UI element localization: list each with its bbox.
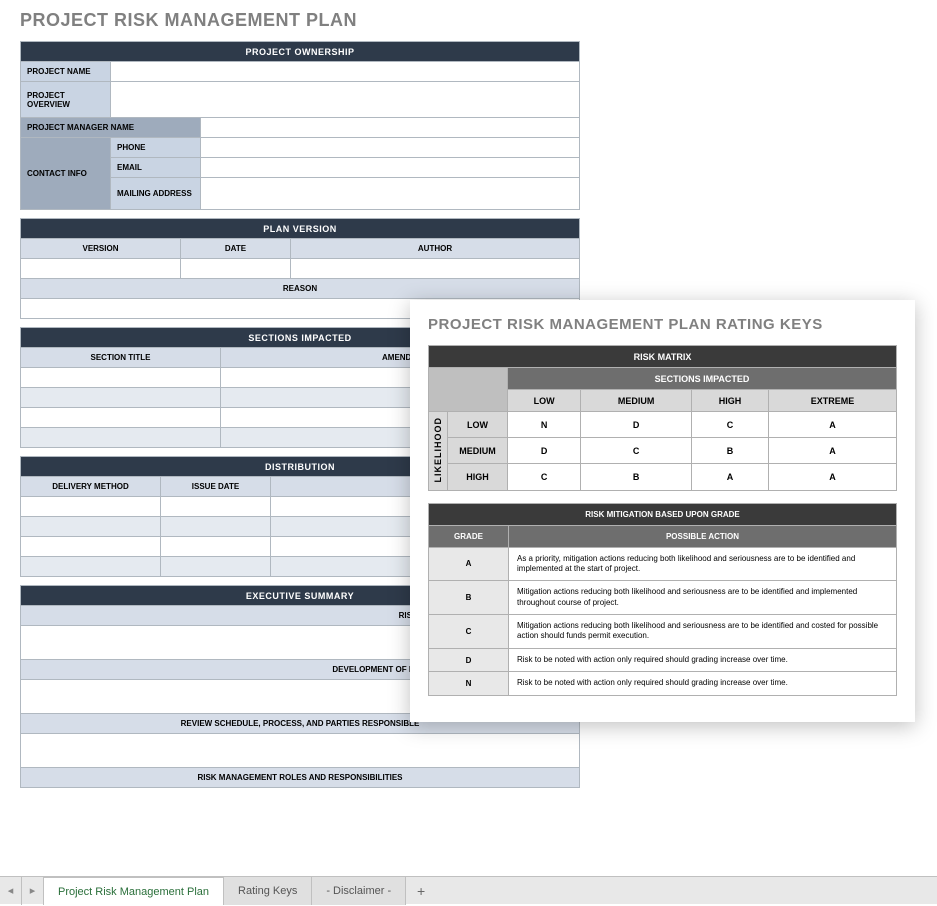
matrix-val: A (768, 464, 896, 490)
matrix-val: D (508, 438, 581, 464)
plan-version-header: PLAN VERSION (21, 219, 580, 239)
phone-label: PHONE (111, 138, 201, 158)
table-cell[interactable] (21, 517, 161, 537)
table-cell[interactable] (21, 497, 161, 517)
action-b: Mitigation actions reducing both likelih… (509, 581, 897, 615)
table-cell[interactable] (161, 537, 271, 557)
table-cell[interactable] (161, 497, 271, 517)
date-col: DATE (181, 239, 291, 259)
matrix-val: D (581, 412, 692, 438)
project-overview-cell[interactable] (111, 82, 580, 118)
author-col: AUTHOR (291, 239, 580, 259)
mailing-cell[interactable] (201, 178, 580, 210)
phone-cell[interactable] (201, 138, 580, 158)
matrix-row-high: HIGH (448, 464, 508, 490)
scroll-left-button[interactable]: ◂ (0, 877, 22, 905)
version-col: VERSION (21, 239, 181, 259)
grade-d: D (429, 648, 509, 671)
grade-a: A (429, 547, 509, 581)
table-cell[interactable] (161, 517, 271, 537)
ownership-table: PROJECT OWNERSHIP PROJECT NAME PROJECT O… (20, 41, 580, 210)
matrix-val: A (768, 412, 896, 438)
action-a: As a priority, mitigation actions reduci… (509, 547, 897, 581)
grade-col: GRADE (429, 525, 509, 547)
table-cell[interactable] (21, 408, 221, 428)
matrix-row-low: LOW (448, 412, 508, 438)
add-sheet-button[interactable]: + (406, 883, 436, 899)
matrix-col-low: LOW (508, 390, 581, 412)
section-title-col: SECTION TITLE (21, 348, 221, 368)
contact-info-label: CONTACT INFO (21, 138, 111, 210)
table-cell[interactable] (21, 557, 161, 577)
project-manager-cell[interactable] (201, 118, 580, 138)
grade-c: C (429, 615, 509, 649)
reason-label: REASON (21, 279, 580, 299)
email-label: EMAIL (111, 158, 201, 178)
exec-sub4: RISK MANAGEMENT ROLES AND RESPONSIBILITI… (21, 768, 580, 788)
overlay-title: PROJECT RISK MANAGEMENT PLAN RATING KEYS (428, 316, 897, 333)
matrix-val: A (768, 438, 896, 464)
matrix-col-high: HIGH (692, 390, 769, 412)
matrix-corner (429, 368, 508, 412)
project-manager-label: PROJECT MANAGER NAME (21, 118, 201, 138)
page-title: PROJECT RISK MANAGEMENT PLAN (20, 10, 917, 31)
matrix-val: C (692, 412, 769, 438)
table-cell[interactable] (21, 368, 221, 388)
mitigation-table: RISK MITIGATION BASED UPON GRADE GRADE P… (428, 503, 897, 696)
rating-keys-overlay: PROJECT RISK MANAGEMENT PLAN RATING KEYS… (410, 300, 915, 722)
issue-date-col: ISSUE DATE (161, 477, 271, 497)
action-c: Mitigation actions reducing both likelih… (509, 615, 897, 649)
sheet-tab-bar: ◂ ▸ Project Risk Management Plan Rating … (0, 876, 937, 904)
matrix-col-medium: MEDIUM (581, 390, 692, 412)
action-n: Risk to be noted with action only requir… (509, 672, 897, 695)
table-cell[interactable] (21, 259, 181, 279)
table-cell[interactable] (21, 734, 580, 768)
table-cell[interactable] (21, 428, 221, 448)
table-cell[interactable] (161, 557, 271, 577)
tab-rating-keys[interactable]: Rating Keys (224, 877, 312, 905)
grade-b: B (429, 581, 509, 615)
mailing-label: MAILING ADDRESS (111, 178, 201, 210)
matrix-sections-header: SECTIONS IMPACTED (508, 368, 897, 390)
matrix-val: B (692, 438, 769, 464)
matrix-val: N (508, 412, 581, 438)
delivery-col: DELIVERY METHOD (21, 477, 161, 497)
tab-disclaimer[interactable]: - Disclaimer - (312, 877, 406, 905)
matrix-row-medium: MEDIUM (448, 438, 508, 464)
ownership-header: PROJECT OWNERSHIP (21, 42, 580, 62)
matrix-val: A (692, 464, 769, 490)
matrix-col-extreme: EXTREME (768, 390, 896, 412)
table-cell[interactable] (21, 537, 161, 557)
mitigation-header: RISK MITIGATION BASED UPON GRADE (429, 503, 897, 525)
action-d: Risk to be noted with action only requir… (509, 648, 897, 671)
table-cell[interactable] (21, 388, 221, 408)
risk-matrix-table: RISK MATRIX SECTIONS IMPACTED LOW MEDIUM… (428, 345, 897, 491)
matrix-val: B (581, 464, 692, 490)
email-cell[interactable] (201, 158, 580, 178)
project-name-label: PROJECT NAME (21, 62, 111, 82)
tab-project-risk-plan[interactable]: Project Risk Management Plan (44, 877, 224, 905)
table-cell[interactable] (181, 259, 291, 279)
scroll-right-button[interactable]: ▸ (22, 877, 44, 905)
project-name-cell[interactable] (111, 62, 580, 82)
project-overview-label: PROJECT OVERVIEW (21, 82, 111, 118)
matrix-val: C (508, 464, 581, 490)
matrix-val: C (581, 438, 692, 464)
matrix-header: RISK MATRIX (429, 346, 897, 368)
table-cell[interactable] (291, 259, 580, 279)
matrix-likelihood-label: LIKELIHOOD (429, 412, 448, 491)
grade-n: N (429, 672, 509, 695)
action-col: POSSIBLE ACTION (509, 525, 897, 547)
